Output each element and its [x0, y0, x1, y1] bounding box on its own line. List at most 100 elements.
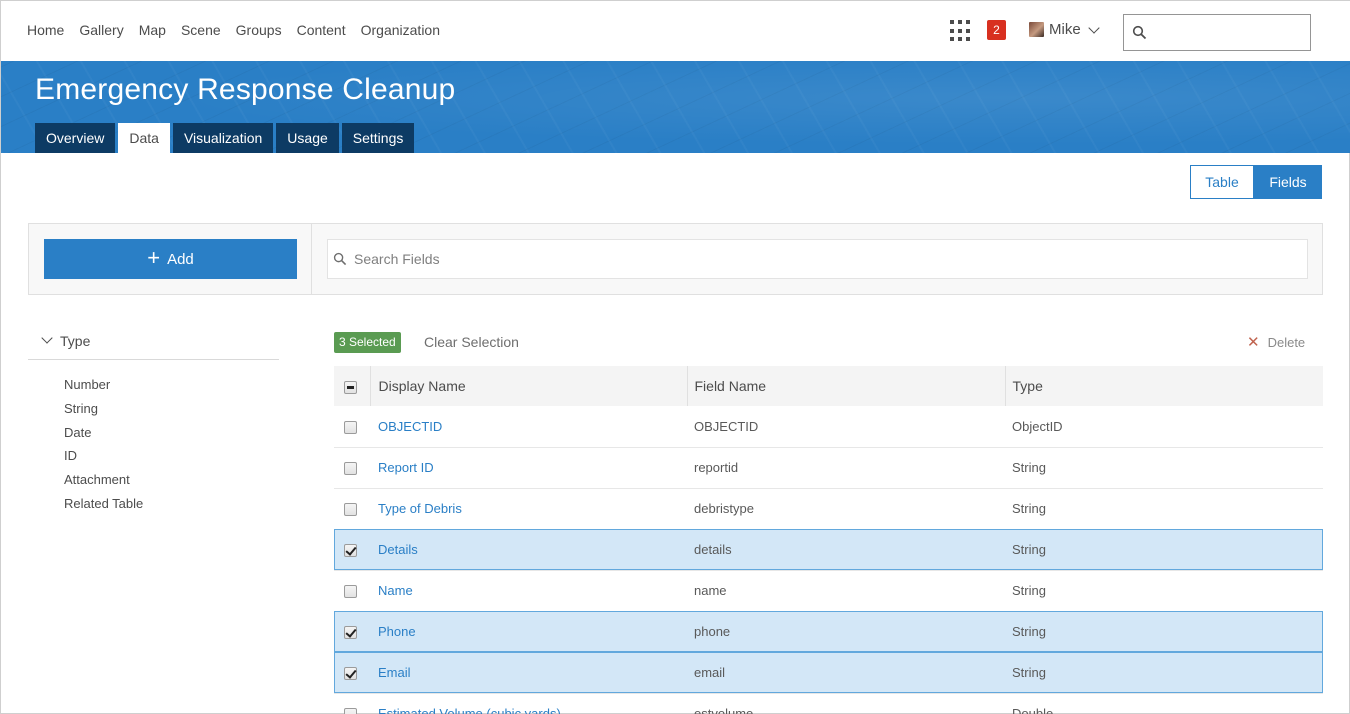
selected-count-badge: 3 Selected [334, 332, 401, 353]
tab-usage[interactable]: Usage [276, 123, 339, 153]
chevron-down-icon [1088, 21, 1100, 34]
row-checkbox[interactable] [344, 420, 357, 434]
tab-overview[interactable]: Overview [35, 123, 116, 153]
item-tabs: Overview Data Visualization Usage Settin… [35, 123, 415, 153]
display-name-link[interactable]: Type of Debris [370, 488, 687, 529]
type-cell: String [1012, 501, 1046, 516]
type-cell: String [1012, 542, 1046, 557]
top-navigation: Home Gallery Map Scene Groups Content Or… [1, 1, 1350, 61]
type-filter-label: Type [60, 333, 91, 349]
filter-item-id[interactable]: ID [64, 446, 279, 470]
nav-scene-link[interactable]: Scene [181, 22, 221, 38]
filter-item-number[interactable]: Number [64, 375, 279, 399]
clear-selection-link[interactable]: Clear Selection [424, 334, 519, 350]
search-icon [333, 252, 347, 266]
field-name-cell: phone [694, 624, 731, 639]
chevron-down-icon [41, 332, 53, 344]
nav-gallery-link[interactable]: Gallery [79, 22, 123, 38]
type-cell: String [1012, 460, 1046, 475]
action-bar: + Add [28, 223, 1323, 295]
table-row[interactable]: Estimated Volume (cubic yards) estvolume D… [334, 693, 1323, 714]
close-icon: ✕ [1247, 334, 1260, 351]
table-row[interactable]: Type of Debris debristype String [334, 488, 1323, 529]
global-search-input[interactable] [1123, 14, 1311, 51]
column-header-display-name[interactable]: Display Name [370, 366, 688, 406]
notification-badge[interactable]: 2 [987, 20, 1006, 40]
table-row[interactable]: Report ID reportid String [334, 447, 1323, 488]
row-checkbox[interactable] [344, 462, 357, 476]
tab-settings[interactable]: Settings [341, 123, 415, 153]
filter-item-attachment[interactable]: Attachment [64, 470, 279, 494]
display-name-link[interactable]: Email [370, 652, 687, 693]
display-name-link[interactable]: Name [370, 570, 687, 611]
filter-item-date[interactable]: Date [64, 423, 279, 447]
delete-button[interactable]: ✕ Delete [1247, 335, 1305, 350]
view-toggle: Table Fields [1190, 165, 1322, 199]
tab-visualization[interactable]: Visualization [172, 123, 274, 153]
row-checkbox-cell [334, 652, 370, 693]
row-checkbox-cell [334, 488, 370, 529]
fields-view-button[interactable]: Fields [1254, 165, 1322, 199]
filter-item-related-table[interactable]: Related Table [64, 494, 279, 518]
type-filter-header[interactable]: Type [28, 323, 279, 360]
nav-links: Home Gallery Map Scene Groups Content Or… [27, 22, 440, 38]
add-label: Add [167, 250, 194, 268]
display-name-link[interactable]: Phone [370, 611, 687, 652]
row-checkbox-cell [334, 529, 370, 570]
add-field-button[interactable]: + Add [44, 239, 297, 279]
display-name-link[interactable]: Estimated Volume (cubic yards) [370, 693, 687, 714]
search-icon [1132, 25, 1147, 40]
row-checkbox[interactable] [344, 585, 357, 599]
nav-map-link[interactable]: Map [139, 22, 166, 38]
page-title: Emergency Response Cleanup [35, 73, 456, 106]
table-header-row: Display Name Field Name Type [334, 366, 1323, 406]
select-all-cell [334, 366, 371, 406]
select-all-checkbox[interactable] [344, 380, 357, 394]
nav-home-link[interactable]: Home [27, 22, 64, 38]
search-fields-input[interactable] [354, 240, 1294, 278]
type-cell: String [1012, 624, 1046, 639]
type-cell: String [1012, 583, 1046, 598]
table-row[interactable]: Phone phone String [334, 611, 1323, 652]
field-name-cell: OBJECTID [694, 418, 759, 434]
type-filter-list: Number String Date ID Attachment Related… [28, 360, 279, 518]
row-checkbox-cell [334, 611, 370, 652]
field-name-cell: name [694, 583, 727, 598]
display-name-link[interactable]: Report ID [370, 447, 687, 488]
divider [311, 224, 312, 294]
table-row[interactable]: OBJECTID OBJECTID ObjectID [334, 406, 1323, 447]
table-row[interactable]: Details details String [334, 529, 1323, 570]
nav-groups-link[interactable]: Groups [236, 22, 282, 38]
nav-content-link[interactable]: Content [297, 22, 346, 38]
type-cell: ObjectID [1012, 418, 1063, 434]
row-checkbox[interactable] [344, 503, 357, 517]
user-menu[interactable]: Mike [1029, 21, 1100, 38]
avatar [1029, 22, 1044, 37]
field-name-cell: reportid [694, 460, 739, 475]
column-header-field-name[interactable]: Field Name [687, 366, 1006, 406]
table-row[interactable]: Email email String [334, 652, 1323, 693]
tab-data[interactable]: Data [118, 123, 170, 153]
table-row[interactable]: Name name String [334, 570, 1323, 611]
field-name-cell: debristype [694, 501, 754, 516]
plus-icon: + [147, 245, 161, 270]
row-checkbox[interactable] [344, 708, 357, 714]
column-header-type[interactable]: Type [1005, 366, 1323, 406]
row-checkbox[interactable] [344, 667, 357, 681]
fields-table: Display Name Field Name Type OBJECTID OBJ… [334, 366, 1323, 714]
nav-organization-link[interactable]: Organization [361, 22, 440, 38]
delete-label: Delete [1267, 335, 1306, 350]
field-name-cell: details [694, 542, 732, 557]
row-checkbox-cell [334, 570, 370, 611]
app-launcher-icon[interactable] [950, 20, 972, 42]
row-checkbox[interactable] [344, 626, 357, 640]
display-name-link[interactable]: OBJECTID [370, 406, 687, 447]
table-view-button[interactable]: Table [1190, 165, 1254, 199]
field-name-cell: estvolume [694, 706, 754, 714]
row-checkbox-cell [334, 447, 370, 488]
item-banner: Emergency Response Cleanup Overview Data… [1, 61, 1350, 153]
field-name-cell: email [694, 665, 726, 680]
filter-item-string[interactable]: String [64, 399, 279, 423]
row-checkbox[interactable] [344, 544, 357, 558]
display-name-link[interactable]: Details [370, 529, 687, 570]
